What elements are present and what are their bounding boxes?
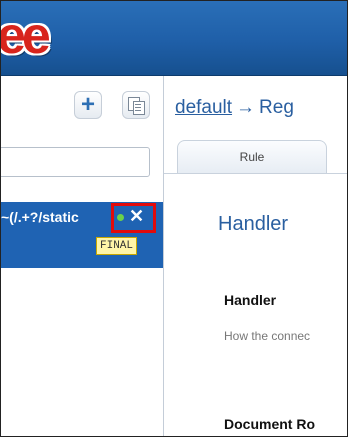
- rule-list-item[interactable]: ~(/.+?/static ✕ FINAL: [1, 202, 163, 268]
- highlight-box: [111, 203, 156, 233]
- final-badge: FINAL: [96, 237, 138, 255]
- tab-bar: Rule: [164, 138, 347, 174]
- rule-details-panel: default → Reg Rule Handler Handler How the…: [164, 76, 347, 436]
- breadcrumb-link-default[interactable]: default: [175, 97, 232, 118]
- section-title: Handler: [218, 213, 289, 235]
- add-icon: +: [80, 91, 95, 118]
- breadcrumb-arrow: →: [236, 97, 256, 118]
- breadcrumb: default → Reg: [175, 97, 294, 119]
- handler-field-description: How the connec: [224, 329, 311, 343]
- rule-label: ~(/.+?/static: [1, 209, 79, 225]
- rule-filter-input[interactable]: [1, 147, 150, 177]
- tab-rule[interactable]: Rule: [177, 140, 327, 173]
- add-rule-button[interactable]: +: [74, 91, 102, 119]
- document-root-field-label: Document Ro: [224, 416, 315, 432]
- app-header: ee: [1, 1, 347, 76]
- app-window: ee + ~(/.+?/static ✕ FINAL default → Reg R…: [0, 0, 348, 437]
- copy-rule-button[interactable]: [122, 91, 150, 119]
- breadcrumb-current: Reg: [259, 97, 294, 118]
- handler-field-label: Handler: [224, 292, 277, 308]
- app-logo: ee: [0, 7, 51, 65]
- copy-icon: [128, 97, 145, 115]
- rules-sidebar: + ~(/.+?/static ✕ FINAL: [1, 76, 164, 436]
